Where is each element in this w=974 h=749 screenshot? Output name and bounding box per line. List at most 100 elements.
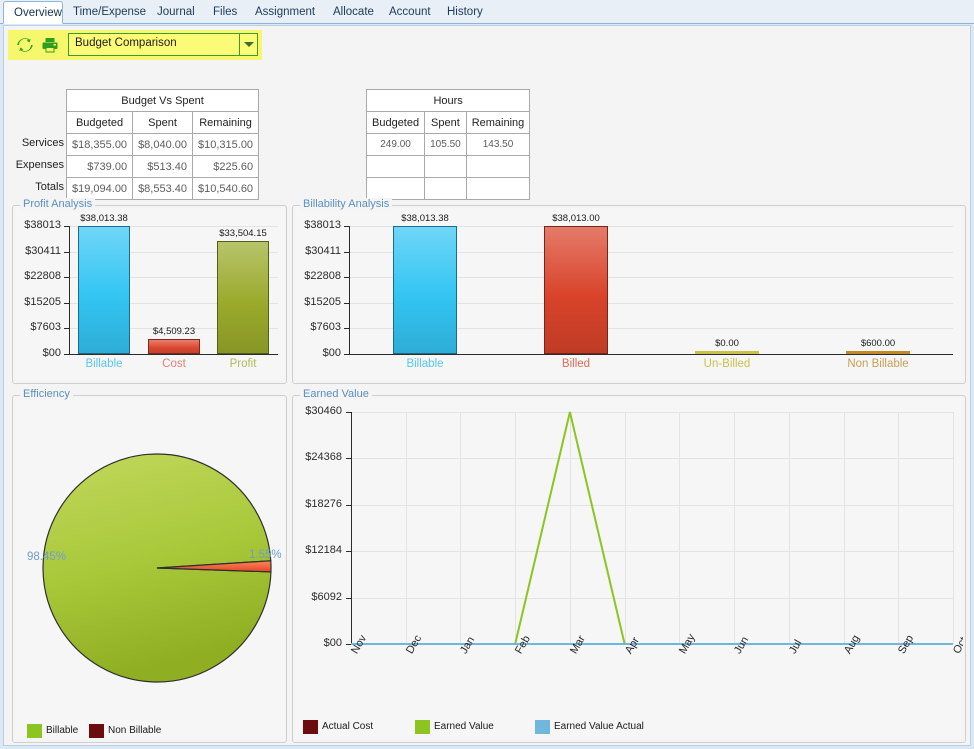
legend-label: Non Billable [108,725,162,736]
y-axis [349,226,350,354]
table-cell [465,177,531,200]
table-row: 249.00 105.50 143.50 [365,133,531,156]
profit-analysis-chart: $00 $7603 $15205 $22808 $30411 $38013 $38,013.… [15,208,284,380]
table-row [365,155,531,178]
tab-allocate[interactable]: Allocate [323,1,379,24]
table-cell [424,155,467,178]
billability-analysis-title: Billability Analysis [300,198,393,210]
billability-analysis-chart: $00 $7603 $15205 $22808 $30411 $38013 $38,013.… [295,208,963,380]
legend-label: Billable [46,725,79,736]
profit-analysis-panel: Profit Analysis $00 $7603 $15205 $22808 $304… [12,198,287,384]
bar-value-label: $38,013.00 [552,213,600,224]
legend-label: Earned Value [434,721,494,732]
earned-value-title: Earned Value [300,388,372,400]
pie-label-billable: 98.45% [27,551,67,563]
report-toolbar: Budget Comparison [8,30,262,60]
table-cell: $225.60 [191,155,260,178]
table-column-header: Spent [424,111,467,134]
x-axis [69,354,278,355]
table-cell: $19,094.00 [65,177,134,200]
tab-overview[interactable]: Overview [3,1,63,24]
y-axis-label: $30411 [25,245,61,257]
table-cell: $10,315.00 [191,133,260,156]
table-cell [424,177,467,200]
pie-label-non-billable: 1.55% [249,549,282,561]
hours-table: Hours Budgeted Spent Remaining 249.00 105.50 1… [365,89,531,200]
table-cell: $18,355.00 [65,133,134,156]
legend-label: Actual Cost [322,721,374,732]
table-column-header: Budgeted [65,111,134,134]
x-axis-label: Profit [229,358,257,370]
table-row: $739.00 $513.40 $225.60 [65,155,260,178]
y-axis-label: $38013 [304,219,341,231]
table-row: $19,094.00 $8,553.40 $10,540.60 [65,177,260,200]
bar-value-label: $4,509.23 [152,326,196,337]
report-select[interactable]: Budget Comparison [68,33,258,56]
legend-swatch [89,724,104,738]
y-axis-label: $00 [322,347,341,359]
table-cell [465,155,531,178]
table-group-header: Budget Vs Spent [65,89,260,112]
print-icon[interactable] [41,36,59,54]
budget-vs-spent-table: Budget Vs Spent Budgeted Spent Remaining $18… [65,89,260,200]
bar [148,339,200,354]
bar [695,351,759,354]
earned-value-chart: $00 $6092 $12184 $18276 $24368 $30460 Nov Dec Ja… [295,398,963,739]
overview-panel: Budget Comparison Services Expenses Totals… [3,25,971,746]
summary-row-label: Expenses [15,159,64,171]
legend-swatch [535,720,550,734]
x-axis-label: Non Billable [847,358,909,370]
table-column-header: Spent [132,111,193,134]
main-tab-bar: Overview Time/Expense Journal Files Assignme… [0,0,974,24]
bar-value-label: $600.00 [860,338,896,349]
y-axis-label: $30411 [305,245,341,257]
bar-value-label: $38,013.38 [80,213,128,224]
refresh-icon[interactable] [16,36,34,54]
legend-swatch [303,720,318,734]
earned-value-panel: Earned Value $00 $6092 $12184 $18276 $24368 $… [292,388,966,743]
table-column-header: Remaining [465,111,531,134]
y-axis-label: $22808 [24,270,61,282]
table-cell: 143.50 [465,133,531,156]
summary-row-label: Services [21,137,64,149]
table-cell: $10,540.60 [191,177,260,200]
table-cell: 249.00 [365,133,426,156]
table-cell [365,155,426,178]
legend-label: Earned Value Actual [554,721,644,732]
legend-swatch [415,720,430,734]
pie-svg [42,453,272,683]
tab-history[interactable]: History [437,1,490,24]
table-cell: $8,553.40 [132,177,193,200]
efficiency-pie-chart: 98.45% 1.55% Billable Non Billable [15,398,284,739]
efficiency-title: Efficiency [20,388,73,400]
x-axis-label: Billable [406,358,444,370]
y-axis-label: $7603 [310,321,341,333]
table-cell [365,177,426,200]
y-axis [69,226,70,354]
report-select-value: Budget Comparison [75,37,177,49]
table-cell: $8,040.00 [132,133,193,156]
tab-account[interactable]: Account [379,1,437,24]
table-column-header: Budgeted [365,111,426,134]
report-select-button[interactable] [239,34,257,55]
billability-analysis-panel: Billability Analysis $00 $7603 $15205 $2280… [292,198,966,384]
y-axis-label: $15205 [304,296,341,308]
y-axis-label: $15205 [24,296,61,308]
chevron-down-icon [244,42,254,47]
table-cell: $739.00 [65,155,134,178]
y-axis-label: $22808 [304,270,341,282]
line-series [351,411,953,645]
tab-assignment[interactable]: Assignment [245,1,323,24]
table-row [365,177,531,200]
bar-value-label: $0.00 [715,338,739,349]
tab-time-expense[interactable]: Time/Expense [63,1,147,24]
x-axis-label: Billed [561,358,591,370]
bar-value-label: $38,013.38 [401,213,449,224]
bar [544,226,608,354]
tab-files[interactable]: Files [203,1,245,24]
x-axis [349,354,953,355]
bar [393,226,457,354]
tab-journal[interactable]: Journal [147,1,203,24]
table-cell: 105.50 [424,133,467,156]
y-axis-label: $7603 [30,321,61,333]
